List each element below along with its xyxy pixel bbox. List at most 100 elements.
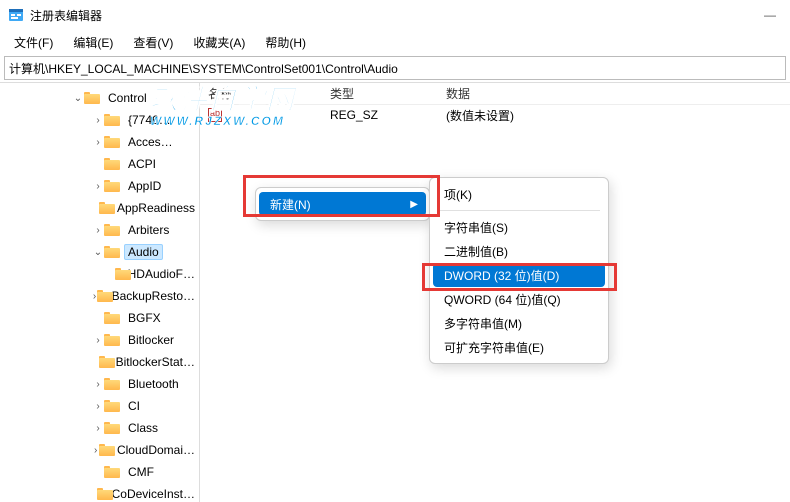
- menu-item-qword64[interactable]: QWORD (64 位)值(Q): [430, 287, 608, 311]
- menu-item-key[interactable]: 项(K): [430, 182, 608, 206]
- col-data[interactable]: 数据: [438, 83, 790, 104]
- menu-label: 二进制值(B): [444, 243, 508, 260]
- folder-icon: [99, 202, 109, 214]
- tree-node[interactable]: ›CoDeviceInst…: [0, 483, 199, 502]
- address-bar[interactable]: 计算机\HKEY_LOCAL_MACHINE\SYSTEM\ControlSet…: [4, 56, 786, 80]
- list-header: 名称 类型 数据: [200, 83, 790, 105]
- tree-node[interactable]: ›BGFX: [0, 307, 199, 329]
- chevron-right-icon[interactable]: ›: [92, 423, 104, 434]
- tree-label: Acces…: [124, 134, 177, 150]
- menu-bar: 文件(F) 编辑(E) 查看(V) 收藏夹(A) 帮助(H): [0, 30, 790, 54]
- folder-icon: [99, 356, 108, 368]
- main-split: ⌄ Control ›{7746… ›Acces… ›ACPI ›AppID ›…: [0, 82, 790, 502]
- menu-edit[interactable]: 编辑(E): [65, 32, 121, 53]
- tree-node[interactable]: ›BitlockerStat…: [0, 351, 199, 373]
- tree-pane: ⌄ Control ›{7746… ›Acces… ›ACPI ›AppID ›…: [0, 83, 200, 502]
- tree-node[interactable]: ›CMF: [0, 461, 199, 483]
- tree-label: Audio: [124, 244, 163, 260]
- tree-label: ACPI: [124, 156, 160, 172]
- folder-icon: [104, 422, 120, 434]
- tree-node[interactable]: › Acces…: [0, 131, 199, 153]
- table-row[interactable]: REG_SZ (数值未设置): [200, 105, 790, 125]
- folder-icon: [97, 488, 104, 500]
- menu-item-dword32[interactable]: DWORD (32 位)值(D): [433, 263, 605, 287]
- tree-node[interactable]: ›AppReadiness: [0, 197, 199, 219]
- menu-favorites[interactable]: 收藏夹(A): [185, 32, 253, 53]
- chevron-right-icon[interactable]: ›: [92, 445, 99, 456]
- tree-node-control[interactable]: ⌄ Control: [0, 87, 199, 109]
- menu-item-string[interactable]: 字符串值(S): [430, 215, 608, 239]
- chevron-right-icon: ▶: [410, 199, 418, 210]
- folder-icon: [104, 114, 120, 126]
- folder-icon: [104, 378, 120, 390]
- chevron-right-icon[interactable]: ›: [92, 379, 104, 390]
- chevron-right-icon[interactable]: ›: [92, 137, 104, 148]
- col-name[interactable]: 名称: [200, 83, 322, 104]
- address-text: 计算机\HKEY_LOCAL_MACHINE\SYSTEM\ControlSet…: [9, 60, 398, 77]
- list-pane: 名称 类型 数据 REG_SZ (数值未设置) 新建(N) ▶ 项(K) 字符串…: [200, 83, 790, 502]
- tree-node[interactable]: ›BackupResto…: [0, 285, 199, 307]
- folder-icon: [99, 444, 109, 456]
- folder-icon: [104, 158, 120, 170]
- menu-item-expandstring[interactable]: 可扩充字符串值(E): [430, 335, 608, 359]
- tree-node[interactable]: › Bluetooth: [0, 373, 199, 395]
- tree-node[interactable]: › CloudDomai…: [0, 439, 199, 461]
- tree-node[interactable]: › CI: [0, 395, 199, 417]
- menu-item-new[interactable]: 新建(N) ▶: [259, 192, 426, 216]
- menu-view[interactable]: 查看(V): [125, 32, 181, 53]
- menu-item-multistring[interactable]: 多字符串值(M): [430, 311, 608, 335]
- chevron-right-icon[interactable]: ›: [92, 181, 104, 192]
- folder-icon: [104, 246, 120, 258]
- chevron-right-icon[interactable]: ›: [92, 115, 104, 126]
- menu-label: 可扩充字符串值(E): [444, 339, 544, 356]
- window-controls: —: [758, 8, 782, 22]
- folder-icon: [104, 312, 120, 324]
- minimize-button[interactable]: —: [758, 8, 782, 22]
- tree-label: Class: [124, 420, 162, 436]
- col-type[interactable]: 类型: [322, 83, 438, 104]
- menu-file[interactable]: 文件(F): [6, 32, 61, 53]
- chevron-down-icon[interactable]: ⌄: [92, 247, 104, 258]
- tree-node[interactable]: ›Arbiters: [0, 219, 199, 241]
- menu-item-binary[interactable]: 二进制值(B): [430, 239, 608, 263]
- menu-help[interactable]: 帮助(H): [257, 32, 314, 53]
- chevron-right-icon[interactable]: ›: [92, 401, 104, 412]
- folder-icon: [115, 268, 119, 280]
- folder-icon: [104, 180, 120, 192]
- tree-node[interactable]: ›AppID: [0, 175, 199, 197]
- folder-icon: [104, 334, 120, 346]
- menu-label: QWORD (64 位)值(Q): [444, 291, 561, 308]
- chevron-right-icon[interactable]: ›: [92, 225, 104, 236]
- context-menu: 新建(N) ▶: [255, 187, 430, 221]
- tree-node[interactable]: ›ACPI: [0, 153, 199, 175]
- tree-label: CloudDomai…: [113, 442, 199, 458]
- tree-node-audio[interactable]: ⌄ Audio: [0, 241, 199, 263]
- menu-label: 新建(N): [270, 196, 311, 213]
- tree-label: CI: [124, 398, 144, 414]
- regedit-icon: [8, 7, 24, 23]
- tree-label: CoDeviceInst…: [108, 486, 199, 502]
- tree-label: {7746…: [124, 112, 175, 128]
- folder-icon: [104, 224, 120, 236]
- tree-node[interactable]: › Bitlocker: [0, 329, 199, 351]
- menu-label: 多字符串值(M): [444, 315, 522, 332]
- tree-node[interactable]: ›HDAudioF…: [0, 263, 199, 285]
- title-bar: 注册表编辑器 —: [0, 0, 790, 30]
- folder-icon: [104, 136, 120, 148]
- chevron-down-icon[interactable]: ⌄: [72, 93, 84, 104]
- tree-label: Bitlocker: [124, 332, 178, 348]
- tree-node[interactable]: › {7746…: [0, 109, 199, 131]
- folder-icon: [97, 290, 104, 302]
- menu-label: 字符串值(S): [444, 219, 508, 236]
- tree-label: Control: [104, 90, 151, 106]
- menu-label: 项(K): [444, 186, 472, 203]
- string-value-icon: [208, 108, 222, 122]
- chevron-right-icon[interactable]: ›: [92, 335, 104, 346]
- tree-label: AppReadiness: [113, 200, 199, 216]
- tree-label: CMF: [124, 464, 158, 480]
- value-name-cell: [200, 108, 322, 123]
- window-title: 注册表编辑器: [30, 7, 758, 24]
- tree-node[interactable]: › Class: [0, 417, 199, 439]
- tree-label: BGFX: [124, 310, 165, 326]
- tree-label: Bluetooth: [124, 376, 183, 392]
